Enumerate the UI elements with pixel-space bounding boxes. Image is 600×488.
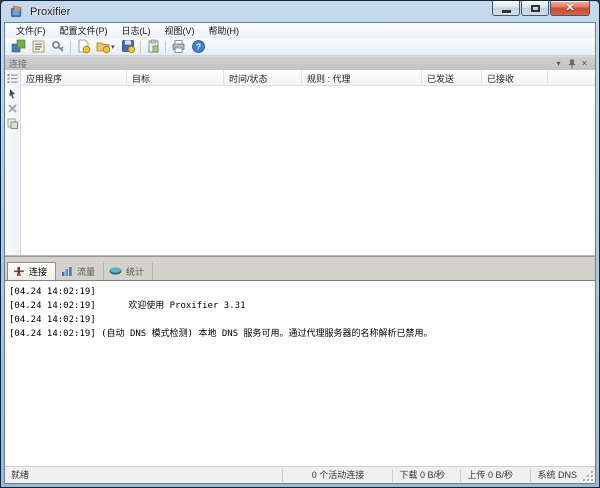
maximize-button[interactable]	[521, 1, 549, 16]
connections-panel: 连接 ▾ ✕ 应用程序 目标 时间/状态 规则: 代理 已发送 已接收 连接 …	[5, 56, 595, 466]
save-profile-button[interactable]	[118, 39, 138, 55]
system-tray-button[interactable]	[143, 39, 163, 55]
new-profile-icon	[78, 39, 90, 54]
cursor-icon[interactable]	[6, 87, 19, 100]
proxifier-window: Proxifier ✕ 文件(F) 配置文件(P) 日志(L) 视图(V) 帮助…	[0, 0, 600, 488]
proxifier-logo-icon[interactable]	[10, 4, 25, 19]
column-target[interactable]: 目标	[127, 70, 224, 85]
proxy-settings-button[interactable]	[8, 39, 28, 55]
connections-column-headers: 应用程序 目标 时间/状态 规则 : 代理 已发送 已接收	[21, 70, 595, 86]
traffic-tab-icon	[61, 266, 73, 277]
chevron-down-icon: ▾	[556, 59, 561, 68]
panel-pin-button[interactable]	[565, 58, 578, 69]
status-dns-mode: 系统 DNS	[530, 468, 583, 482]
statistics-tab-icon	[109, 266, 122, 276]
log-line: [04.24 14:02:19] (自动 DNS 模式检测) 本地 DNS 服务…	[9, 329, 433, 339]
open-profile-caret[interactable]: ▾	[111, 43, 118, 51]
tab-label: 流量	[77, 266, 96, 277]
connections-list-body[interactable]	[21, 86, 595, 255]
toolbar-separator	[165, 40, 166, 53]
title-bar[interactable]: Proxifier ✕	[4, 1, 596, 22]
tab-label: 统计	[126, 266, 145, 277]
log-line: [04.24 14:02:19]	[9, 287, 96, 297]
tab-label: 连接	[29, 267, 48, 277]
system-tray-icon	[148, 39, 158, 53]
print-button[interactable]	[168, 39, 188, 55]
menu-file[interactable]: 文件(F)	[9, 23, 53, 38]
log-line: [04.24 14:02:19] 欢迎使用 Proxifier 3.31	[9, 301, 246, 311]
connections-list-zone: 应用程序 目标 时间/状态 规则 : 代理 已发送 已接收	[5, 70, 595, 256]
column-sent[interactable]: 已发送	[422, 70, 482, 85]
connections-panel-caption[interactable]: 连接 ▾ ✕	[5, 56, 595, 70]
toolbar-separator	[140, 40, 141, 53]
print-icon	[172, 40, 184, 53]
toolbar-separator	[70, 40, 71, 53]
name-resolution-button[interactable]	[48, 39, 68, 55]
tab-statistics[interactable]: 统计	[104, 262, 154, 280]
column-time-status[interactable]: 时间/状态	[224, 70, 302, 85]
status-active-connections: 0 个活动连接	[282, 468, 392, 482]
terminate-connection-icon[interactable]	[6, 102, 19, 115]
connections-tab-icon	[13, 266, 25, 277]
column-filler	[548, 70, 595, 85]
close-icon: ✕	[581, 59, 588, 68]
help-button[interactable]: ?	[188, 39, 208, 55]
connections-side-toolbar	[5, 70, 21, 255]
help-icon: ?	[191, 40, 205, 53]
panel-caption-label: 连接	[9, 59, 28, 69]
view-details-icon[interactable]	[6, 72, 19, 85]
panel-menu-button[interactable]: ▾	[552, 58, 565, 69]
copy-icon[interactable]	[6, 117, 19, 130]
log-output[interactable]: [04.24 14:02:19] [04.24 14:02:19] 欢迎使用 P…	[5, 280, 595, 466]
status-download-speed: 下载 0 B/秒	[392, 468, 460, 482]
panel-close-button[interactable]: ✕	[578, 58, 591, 69]
status-upload-speed: 上传 0 B/秒	[460, 468, 530, 482]
menu-log[interactable]: 日志(L)	[115, 23, 158, 38]
minimize-icon	[501, 9, 511, 13]
column-application[interactable]: 应用程序	[21, 70, 127, 85]
new-profile-button[interactable]	[73, 39, 93, 55]
bottom-tab-strip: 连接 流量 统计	[5, 256, 595, 280]
minimize-button[interactable]	[492, 1, 520, 16]
proxification-rules-icon	[32, 40, 44, 53]
open-profile-button[interactable]	[93, 39, 113, 55]
log-line: [04.24 14:02:19]	[9, 315, 96, 325]
column-rule-proxy[interactable]: 规则 : 代理	[302, 70, 422, 85]
menu-view[interactable]: 视图(V)	[158, 23, 202, 38]
save-profile-icon	[121, 40, 135, 54]
name-resolution-icon	[51, 41, 64, 52]
proxification-rules-button[interactable]	[28, 39, 48, 55]
close-icon: ✕	[565, 1, 575, 14]
maximize-icon	[530, 4, 540, 12]
svg-text:?: ?	[195, 42, 200, 52]
tab-traffic[interactable]: 流量	[56, 262, 105, 280]
toolbar: ▾ ?	[5, 38, 595, 56]
menu-bar: 文件(F) 配置文件(P) 日志(L) 视图(V) 帮助(H)	[5, 23, 595, 38]
proxy-settings-icon	[11, 39, 25, 53]
open-profile-icon	[96, 42, 110, 54]
menu-help[interactable]: 帮助(H)	[202, 23, 247, 38]
resize-grip[interactable]	[583, 470, 595, 483]
app-frame: 文件(F) 配置文件(P) 日志(L) 视图(V) 帮助(H) ▾ ? 连接 ▾…	[4, 22, 596, 484]
menu-profile[interactable]: 配置文件(P)	[53, 23, 115, 38]
status-ready: 就绪	[11, 469, 30, 480]
close-button[interactable]: ✕	[550, 1, 590, 16]
window-title: Proxifier	[30, 5, 71, 18]
status-bar: 就绪 0 个活动连接 下载 0 B/秒 上传 0 B/秒 系统 DNS	[5, 466, 595, 483]
tab-connections[interactable]: 连接	[7, 262, 57, 280]
pin-icon	[568, 59, 575, 68]
column-received[interactable]: 已接收	[482, 70, 548, 85]
connections-list: 应用程序 目标 时间/状态 规则 : 代理 已发送 已接收	[21, 70, 595, 255]
